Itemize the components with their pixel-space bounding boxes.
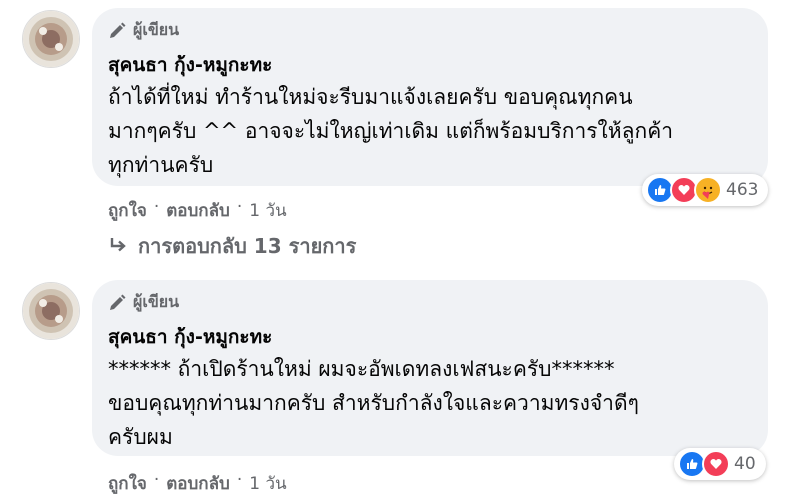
author-badge-label: ผู้เขียน (133, 20, 180, 39)
comment-line: ถ้าได้ที่ใหม่ ทำร้านใหม่จะรีบมาแจ้งเลยคร… (108, 85, 633, 109)
view-replies-label: การตอบกลับ 13 รายการ (138, 234, 357, 258)
comment-bubble: ผู้เขียน สุคนธา กุ้ง-หมูกะทะ ****** ถ้าเ… (92, 280, 768, 456)
author-badge: ผู้เขียน (108, 290, 179, 315)
separator: · (153, 470, 160, 490)
reply-button[interactable]: ตอบกลับ (166, 197, 230, 224)
separator: · (236, 470, 243, 490)
like-button[interactable]: ถูกใจ (108, 470, 147, 497)
comment-line: มากๆครับ ^^ อาจจะไม่ใหญ่เท่าเดิม แต่ก็พร… (108, 119, 674, 143)
comment-line: ทุกท่านครับ (108, 153, 214, 177)
comment-text: ถ้าได้ที่ใหม่ ทำร้านใหม่จะรีบมาแจ้งเลยคร… (108, 80, 673, 182)
timestamp[interactable]: 1 วัน (249, 470, 286, 497)
pencil-icon (110, 294, 126, 310)
author-badge-label: ผู้เขียน (133, 292, 180, 311)
comment-line: ครับผม (108, 425, 173, 449)
reaction-summary[interactable]: 40 (674, 448, 766, 480)
care-icon (694, 176, 722, 204)
reaction-summary[interactable]: 463 (642, 174, 769, 206)
reaction-count: 40 (734, 454, 756, 474)
view-replies-link[interactable]: การตอบกลับ 13 รายการ (108, 230, 356, 262)
comment-text: ****** ถ้าเปิดร้านใหม่ ผมจะอัพเดทลงเฟสนะ… (108, 352, 639, 454)
reply-arrow-icon (110, 238, 126, 252)
pencil-icon (110, 22, 126, 38)
comment-line: ขอบคุณทุกท่านมากครับ สำหรับกำลังใจและควา… (108, 391, 639, 415)
comment-actions: ถูกใจ · ตอบกลับ · 1 วัน (108, 197, 287, 224)
comment-bubble: ผู้เขียน สุคนธา กุ้ง-หมูกะทะ ถ้าได้ที่ให… (92, 8, 768, 186)
avatar[interactable] (22, 282, 80, 340)
separator: · (236, 197, 243, 217)
reaction-count: 463 (726, 180, 759, 200)
author-name[interactable]: สุคนธา กุ้ง-หมูกะทะ (108, 322, 272, 352)
separator: · (153, 197, 160, 217)
avatar[interactable] (22, 10, 80, 68)
like-button[interactable]: ถูกใจ (108, 197, 147, 224)
comment-actions: ถูกใจ · ตอบกลับ · 1 วัน (108, 470, 287, 497)
author-name[interactable]: สุคนธา กุ้ง-หมูกะทะ (108, 50, 272, 80)
reply-button[interactable]: ตอบกลับ (166, 470, 230, 497)
timestamp[interactable]: 1 วัน (249, 197, 286, 224)
love-icon (702, 450, 730, 478)
comment-line: ****** ถ้าเปิดร้านใหม่ ผมจะอัพเดทลงเฟสนะ… (108, 357, 615, 381)
author-badge: ผู้เขียน (108, 18, 179, 43)
